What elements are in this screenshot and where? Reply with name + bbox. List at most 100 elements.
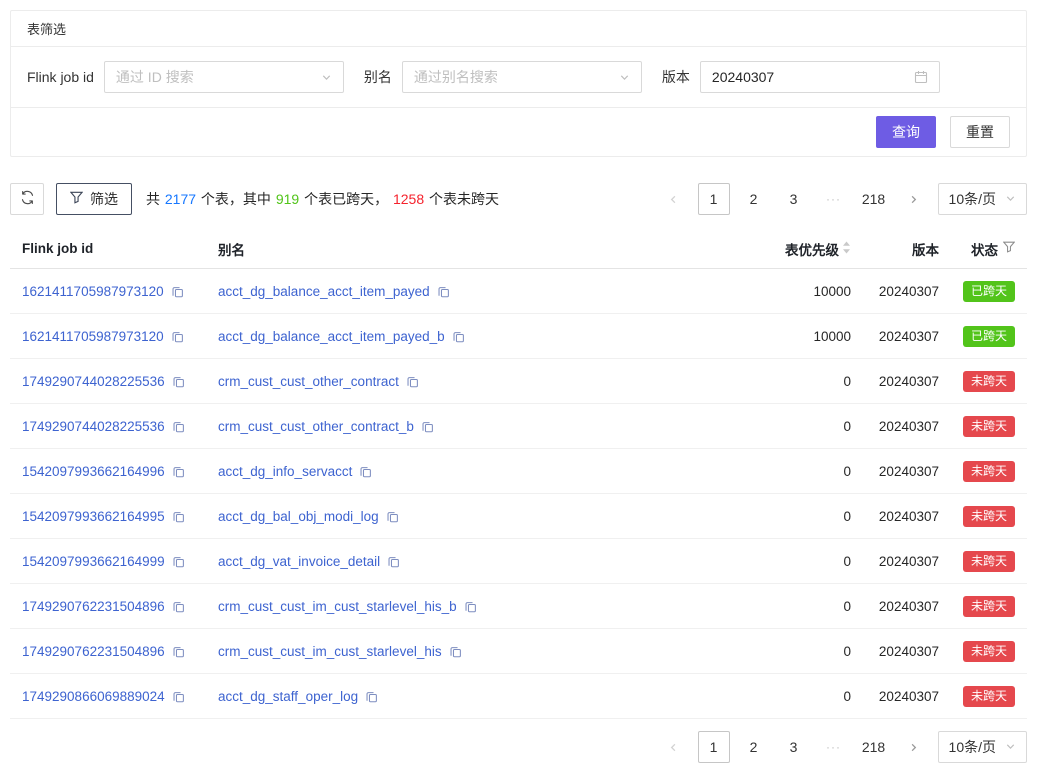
version-value: 20240307 bbox=[851, 509, 939, 524]
table-row: 1749290744028225536 crm_cust_cust_other_c… bbox=[10, 404, 1027, 449]
alias-link[interactable]: acct_dg_balance_acct_item_payed_b bbox=[218, 329, 445, 344]
job-id-link[interactable]: 1749290762231504896 bbox=[22, 644, 165, 659]
copy-icon[interactable] bbox=[359, 465, 372, 478]
copy-icon[interactable] bbox=[464, 600, 477, 613]
table-row: 1542097993662164996 acct_dg_info_servacct… bbox=[10, 449, 1027, 494]
status-cell: 未跨天 bbox=[939, 416, 1015, 437]
copy-icon[interactable] bbox=[171, 285, 184, 298]
version-field: 版本 20240307 bbox=[662, 61, 940, 93]
alias-link[interactable]: crm_cust_cust_im_cust_starlevel_his_b bbox=[218, 599, 457, 614]
job-id-cell: 1749290866069889024 bbox=[22, 689, 218, 704]
page-button[interactable]: 3 bbox=[778, 731, 810, 763]
version-date-input[interactable]: 20240307 bbox=[700, 61, 940, 93]
status-badge: 未跨天 bbox=[963, 596, 1015, 617]
copy-icon[interactable] bbox=[172, 600, 185, 613]
alias-link[interactable]: crm_cust_cust_im_cust_starlevel_his bbox=[218, 644, 442, 659]
status-cell: 未跨天 bbox=[939, 686, 1015, 707]
copy-icon[interactable] bbox=[437, 285, 450, 298]
status-cell: 已跨天 bbox=[939, 281, 1015, 302]
priority-value: 0 bbox=[691, 644, 851, 659]
copy-icon[interactable] bbox=[365, 690, 378, 703]
copy-icon[interactable] bbox=[421, 420, 434, 433]
table-header: Flink job id 别名 表优先级 版本 状态 bbox=[10, 229, 1027, 269]
job-id-link[interactable]: 1749290744028225536 bbox=[22, 374, 165, 389]
copy-icon[interactable] bbox=[172, 375, 185, 388]
job-id-link[interactable]: 1749290744028225536 bbox=[22, 419, 165, 434]
alias-link[interactable]: acct_dg_vat_invoice_detail bbox=[218, 554, 380, 569]
copy-icon[interactable] bbox=[172, 465, 185, 478]
page-button[interactable]: 1 bbox=[698, 731, 730, 763]
copy-icon[interactable] bbox=[406, 375, 419, 388]
page: 表筛选 Flink job id 通过 ID 搜索 别名 通过别名搜索 bbox=[0, 0, 1037, 773]
page-button[interactable]: 2 bbox=[738, 731, 770, 763]
job-id-link[interactable]: 1542097993662164999 bbox=[22, 554, 165, 569]
job-id-link[interactable]: 1621411705987973120 bbox=[22, 329, 164, 344]
alias-link[interactable]: acct_dg_staff_oper_log bbox=[218, 689, 358, 704]
pagination-ellipsis[interactable]: ··· bbox=[818, 183, 850, 215]
reset-button[interactable]: 重置 bbox=[950, 116, 1010, 148]
refresh-icon bbox=[20, 190, 35, 208]
sort-icon[interactable] bbox=[842, 241, 851, 257]
column-header-priority[interactable]: 表优先级 bbox=[691, 239, 851, 259]
next-page-button[interactable] bbox=[898, 183, 930, 215]
version-value: 20240307 bbox=[851, 329, 939, 344]
column-header-status: 状态 bbox=[939, 239, 1015, 259]
version-value: 20240307 bbox=[851, 599, 939, 614]
copy-icon[interactable] bbox=[172, 690, 185, 703]
status-cell: 未跨天 bbox=[939, 596, 1015, 617]
copy-icon[interactable] bbox=[386, 510, 399, 523]
job-id-link[interactable]: 1621411705987973120 bbox=[22, 284, 164, 299]
prev-page-button[interactable] bbox=[658, 731, 690, 763]
filter-toggle-button[interactable]: 筛选 bbox=[56, 183, 132, 215]
copy-icon[interactable] bbox=[171, 330, 184, 343]
alias-cell: acct_dg_info_servacct bbox=[218, 464, 691, 479]
page-size-select[interactable]: 10条/页 bbox=[938, 731, 1027, 763]
table-row: 1749290744028225536 crm_cust_cust_other_c… bbox=[10, 359, 1027, 404]
prev-page-button[interactable] bbox=[658, 183, 690, 215]
table-row: 1749290762231504896 crm_cust_cust_im_cust… bbox=[10, 629, 1027, 674]
page-button[interactable]: 3 bbox=[778, 183, 810, 215]
alias-link[interactable]: acct_dg_info_servacct bbox=[218, 464, 352, 479]
summary-text: 个表，其中 bbox=[197, 191, 275, 207]
job-id-select[interactable]: 通过 ID 搜索 bbox=[104, 61, 344, 93]
refresh-button[interactable] bbox=[10, 183, 44, 215]
calendar-icon bbox=[914, 70, 928, 84]
version-value: 20240307 bbox=[851, 284, 939, 299]
summary-text: 个表已跨天， bbox=[300, 191, 392, 207]
alias-link[interactable]: acct_dg_bal_obj_modi_log bbox=[218, 509, 379, 524]
alias-link[interactable]: acct_dg_balance_acct_item_payed bbox=[218, 284, 430, 299]
job-id-cell: 1542097993662164995 bbox=[22, 509, 218, 524]
page-button[interactable]: 218 bbox=[858, 183, 890, 215]
query-button[interactable]: 查询 bbox=[876, 116, 936, 148]
job-id-link[interactable]: 1749290762231504896 bbox=[22, 599, 165, 614]
version-value: 20240307 bbox=[712, 69, 774, 85]
page-button[interactable]: 2 bbox=[738, 183, 770, 215]
job-id-link[interactable]: 1542097993662164995 bbox=[22, 509, 165, 524]
copy-icon[interactable] bbox=[172, 510, 185, 523]
alias-link[interactable]: crm_cust_cust_other_contract_b bbox=[218, 419, 414, 434]
filter-icon[interactable] bbox=[1003, 241, 1015, 256]
priority-header-label: 表优先级 bbox=[785, 239, 839, 259]
alias-cell: acct_dg_staff_oper_log bbox=[218, 689, 691, 704]
alias-link[interactable]: crm_cust_cust_other_contract bbox=[218, 374, 399, 389]
job-id-cell: 1749290744028225536 bbox=[22, 374, 218, 389]
status-badge: 未跨天 bbox=[963, 551, 1015, 572]
alias-select[interactable]: 通过别名搜索 bbox=[402, 61, 642, 93]
copy-icon[interactable] bbox=[387, 555, 400, 568]
next-page-button[interactable] bbox=[898, 731, 930, 763]
job-id-field: Flink job id 通过 ID 搜索 bbox=[27, 61, 344, 93]
priority-value: 0 bbox=[691, 689, 851, 704]
page-size-select[interactable]: 10条/页 bbox=[938, 183, 1027, 215]
job-id-link[interactable]: 1542097993662164996 bbox=[22, 464, 165, 479]
pagination-ellipsis[interactable]: ··· bbox=[818, 731, 850, 763]
copy-icon[interactable] bbox=[172, 645, 185, 658]
page-button[interactable]: 1 bbox=[698, 183, 730, 215]
page-button[interactable]: 218 bbox=[858, 731, 890, 763]
copy-icon[interactable] bbox=[172, 555, 185, 568]
job-id-link[interactable]: 1749290866069889024 bbox=[22, 689, 165, 704]
copy-icon[interactable] bbox=[172, 420, 185, 433]
table-row: 1542097993662164999 acct_dg_vat_invoice_d… bbox=[10, 539, 1027, 584]
pagination: 123···218 10条/页 bbox=[658, 183, 1027, 215]
copy-icon[interactable] bbox=[452, 330, 465, 343]
copy-icon[interactable] bbox=[449, 645, 462, 658]
